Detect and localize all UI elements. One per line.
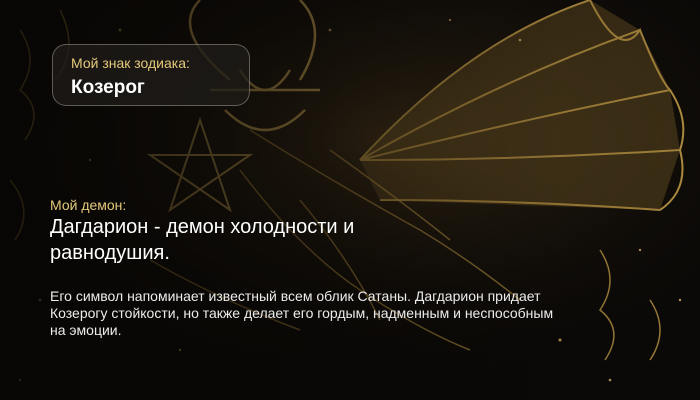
demon-label: Мой демон:: [50, 197, 127, 213]
demon-title: Дагдарион - демон холодности и равнодуши…: [50, 216, 355, 264]
demon-description: Его символ напоминает известный всем обл…: [50, 288, 554, 338]
horoscope-card: Мой знак зодиака: Козерог Мой демон: Даг…: [0, 0, 700, 400]
zodiac-sign-badge: Мой знак зодиака: Козерог: [52, 44, 250, 106]
zodiac-sign-label: Мой знак зодиака:: [71, 55, 190, 71]
zodiac-sign-value: Козерог: [71, 77, 145, 98]
